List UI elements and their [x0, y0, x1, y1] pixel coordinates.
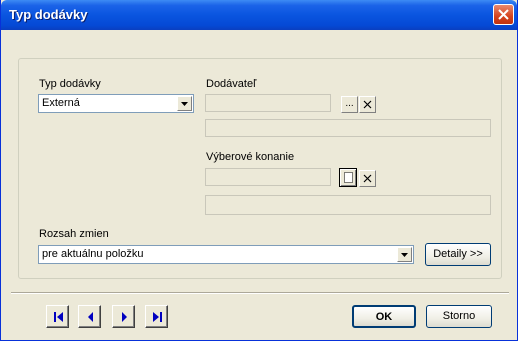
- scope-select[interactable]: pre aktuálnu položku: [38, 245, 414, 264]
- procurement-label: Výberové konanie: [206, 151, 295, 163]
- cancel-button-label: Storno: [442, 310, 476, 322]
- close-button[interactable]: [493, 4, 514, 25]
- supplier-label: Dodávateľ: [206, 78, 257, 90]
- previous-record-icon: [88, 312, 93, 322]
- previous-record-button[interactable]: [78, 305, 101, 328]
- procurement-code-field[interactable]: [205, 168, 331, 186]
- next-record-icon: [122, 312, 127, 322]
- supplier-code-field[interactable]: [205, 94, 331, 112]
- delivery-type-select[interactable]: Externá: [38, 94, 194, 113]
- delivery-type-label: Typ dodávky: [39, 78, 101, 90]
- cancel-button[interactable]: Storno: [426, 305, 492, 328]
- dialog-window: Typ dodávky Typ dodávky Externá Dodávate…: [0, 0, 518, 341]
- first-record-button[interactable]: [46, 305, 69, 328]
- details-button-label: Detaily >>: [433, 248, 483, 260]
- scope-dropdown-button[interactable]: [397, 247, 412, 262]
- separator: [11, 292, 509, 294]
- dialog-title: Typ dodávky: [9, 7, 88, 22]
- scope-label: Rozsah zmien: [39, 228, 109, 240]
- details-button[interactable]: Detaily >>: [425, 243, 491, 266]
- chevron-down-icon: [401, 253, 408, 257]
- chevron-down-icon: [181, 102, 188, 106]
- procurement-name-field[interactable]: [205, 195, 491, 215]
- supplier-name-field[interactable]: [205, 119, 491, 137]
- last-record-icon: [153, 312, 162, 322]
- procurement-browse-button[interactable]: [339, 168, 357, 187]
- ok-button-label: OK: [375, 311, 393, 323]
- close-icon: [498, 9, 509, 20]
- last-record-button[interactable]: [145, 305, 168, 328]
- delivery-type-value: Externá: [42, 97, 80, 109]
- next-record-button[interactable]: [112, 305, 135, 328]
- title-bar: Typ dodávky: [1, 0, 517, 30]
- ok-button[interactable]: OK: [352, 305, 416, 328]
- clear-icon: [363, 174, 372, 183]
- scope-value: pre aktuálnu položku: [42, 248, 144, 260]
- first-record-icon: [54, 312, 63, 322]
- supplier-browse-label: ...: [345, 98, 354, 109]
- supplier-browse-button[interactable]: ...: [341, 96, 358, 113]
- clear-icon: [363, 100, 372, 109]
- procurement-clear-button[interactable]: [359, 170, 376, 187]
- delivery-type-dropdown-button[interactable]: [177, 96, 192, 111]
- supplier-clear-button[interactable]: [359, 96, 376, 113]
- document-icon: [343, 172, 353, 183]
